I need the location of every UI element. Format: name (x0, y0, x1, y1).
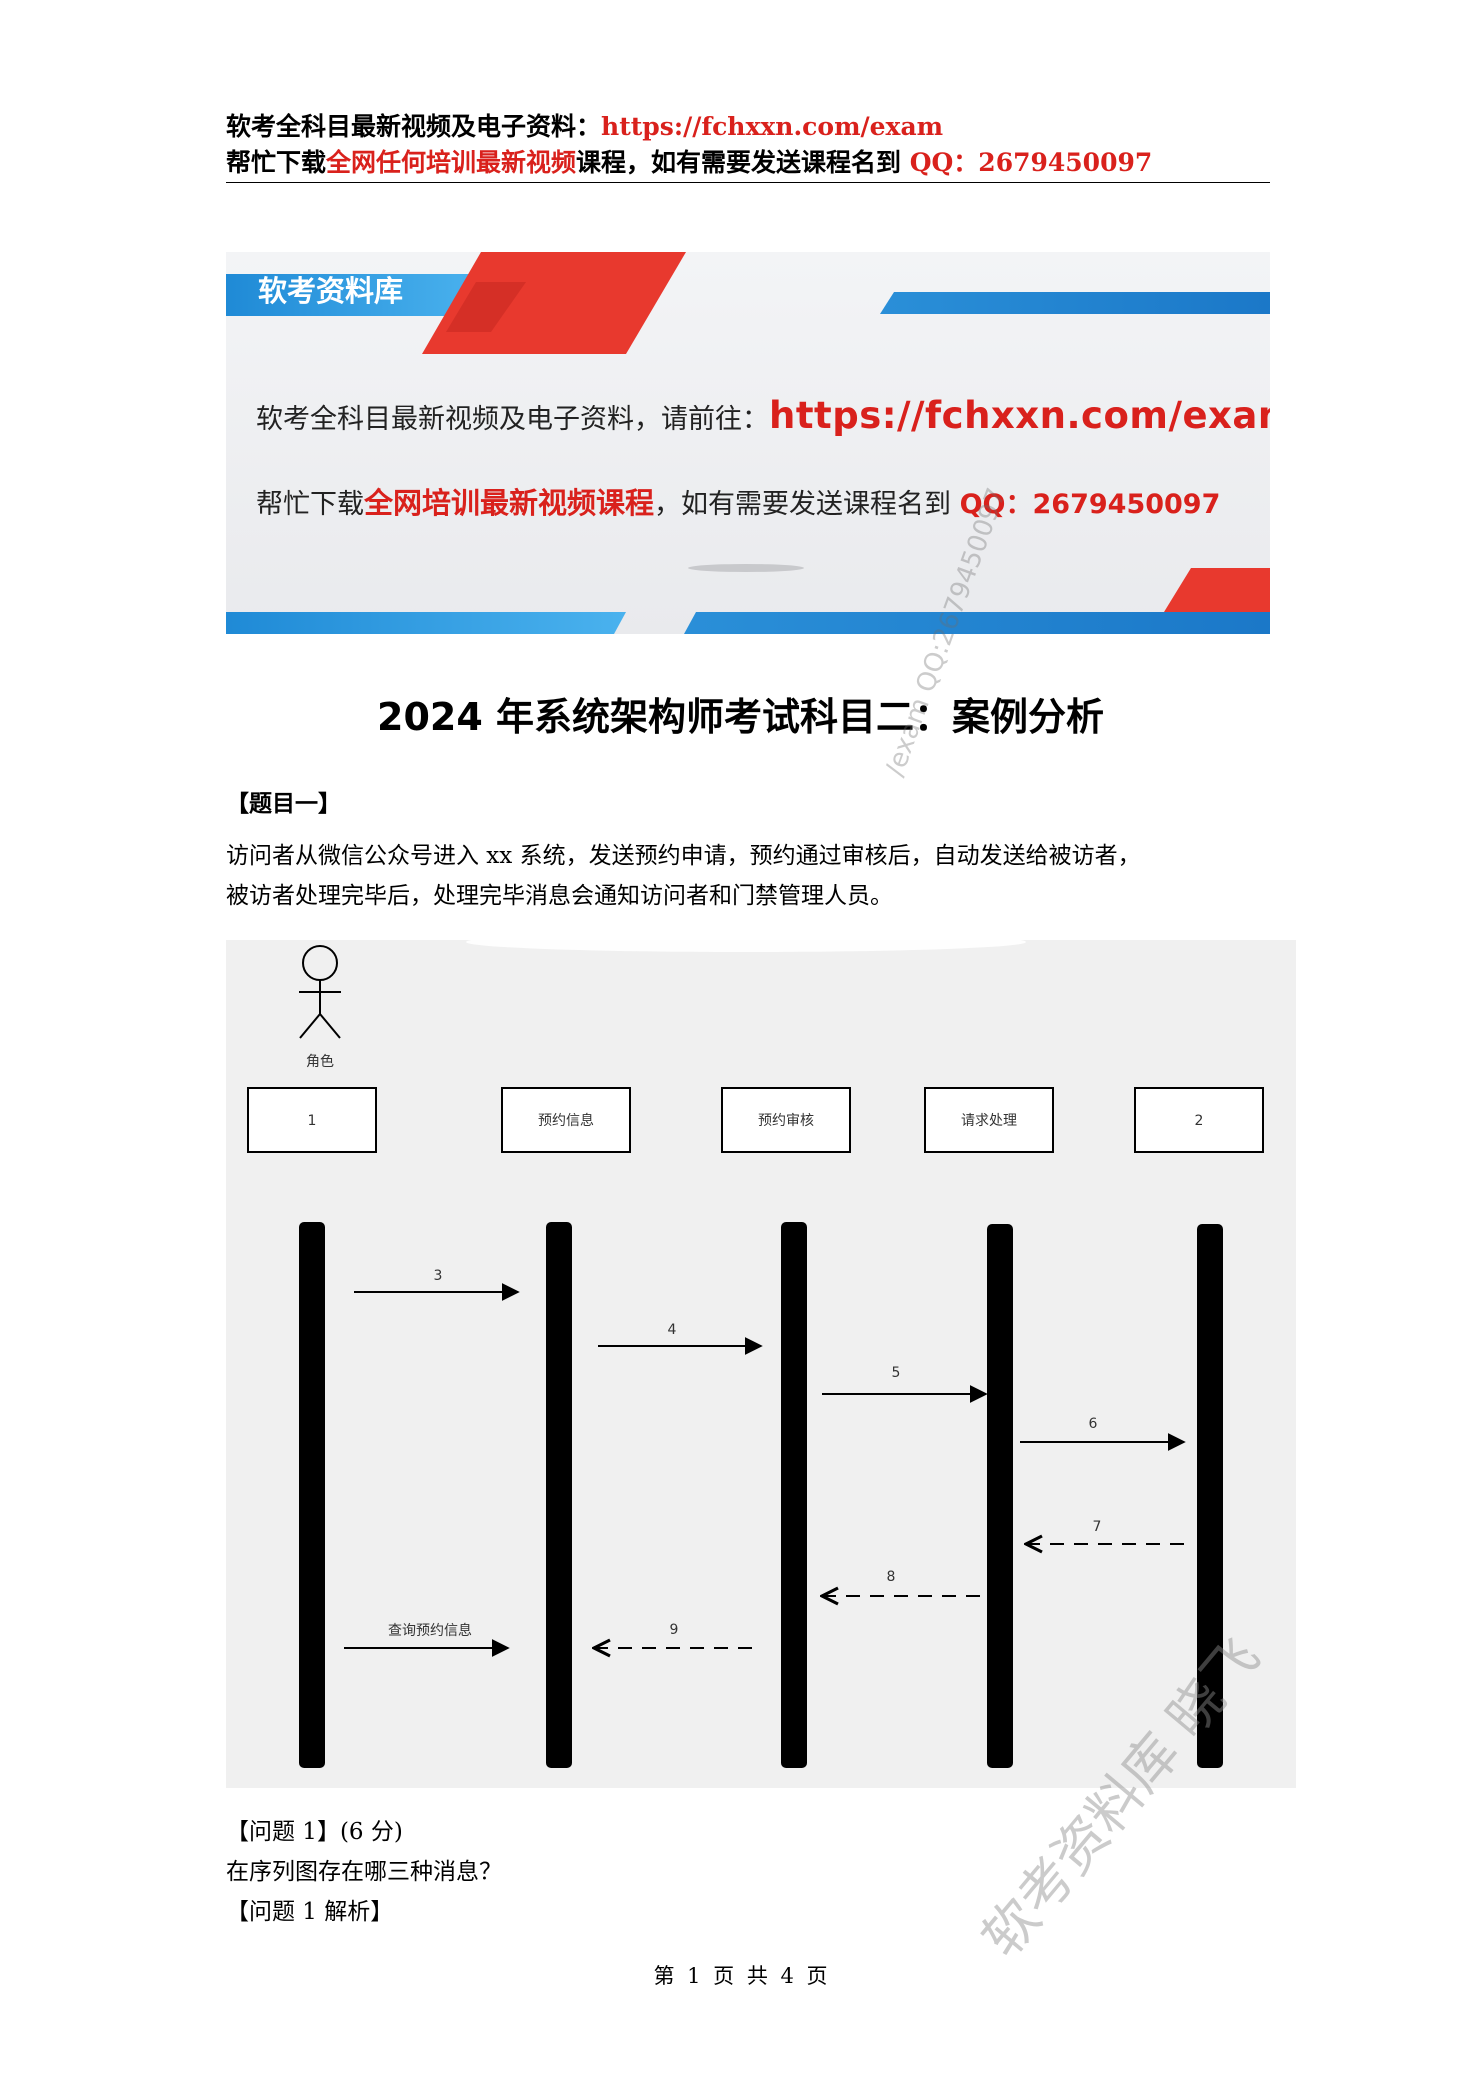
message-8: 8 (822, 1569, 982, 1596)
actor-icon (299, 945, 341, 1039)
banner-line-2: 帮忙下载全网培训最新视频课程，如有需要发送课程名到 QQ：2679450097 (256, 480, 1220, 522)
message-query-reservation-label: 查询预约信息 (388, 1622, 472, 1639)
message-9: 9 (594, 1622, 756, 1648)
message-6: 6 (1020, 1416, 1186, 1451)
promo-banner: 软考资料库 软考全科目最新视频及电子资料，请前往：https://fchxxn.… (226, 252, 1270, 634)
header-line1-text: 软考全科目最新视频及电子资料： (226, 112, 602, 141)
participant-request-handling-label: 请求处理 (961, 1113, 1017, 1129)
participant-reservation-review-label: 预约审核 (758, 1113, 814, 1129)
question-description-line-1: 访问者从微信公众号进入 xx 系统，发送预约申请，预约通过审核后，自动发送给被访… (226, 843, 1141, 869)
lifeline-bar-1 (299, 1222, 325, 1768)
problem-1-text: 在序列图存在哪三种消息？ (226, 1859, 502, 1885)
header-line-1: 软考全科目最新视频及电子资料：https://fchxxn.com/exam (226, 110, 943, 144)
banner-line1-text: 软考全科目最新视频及电子资料，请前往： (256, 404, 769, 435)
question-heading: 【题目一】 (226, 790, 341, 817)
message-4: 4 (598, 1322, 763, 1355)
message-4-label: 4 (668, 1322, 677, 1338)
message-7: 7 (1026, 1519, 1188, 1544)
header-divider (226, 182, 1270, 183)
lifeline-bar-request-handling (987, 1224, 1013, 1768)
actor-label: 角色 (306, 1053, 334, 1070)
banner-red-corner (1164, 568, 1270, 612)
header-line2-middle: 课程，如有需要发送课程名到 (576, 148, 910, 177)
header-url-link[interactable]: https://fchxxn.com/exam (601, 112, 943, 141)
banner-blue-band-right (880, 292, 1270, 314)
participant-reservation-info: 预约信息 (501, 1087, 631, 1153)
problem-1-analysis-heading: 【问题 1 解析】 (226, 1899, 394, 1925)
header-line-2: 帮忙下载全网任何培训最新视频课程，如有需要发送课程名到 QQ：267945009… (226, 146, 1152, 180)
message-5-label: 5 (892, 1365, 901, 1381)
banner-line2-prefix: 帮忙下载 (256, 489, 364, 520)
header-line2-prefix: 帮忙下载 (226, 148, 327, 177)
message-3: 3 (354, 1268, 520, 1301)
problem-1-heading: 【问题 1】(6 分) (226, 1819, 403, 1845)
participant-1: 1 (247, 1087, 377, 1153)
banner-url-link[interactable]: https://fchxxn.com/exam (769, 394, 1270, 437)
message-5: 5 (822, 1365, 988, 1403)
banner-red-slash (422, 252, 686, 354)
page-footer: 第 1 页 共 4 页 (653, 1964, 828, 1988)
participant-2-label: 2 (1195, 1113, 1204, 1129)
message-7-label: 7 (1093, 1519, 1102, 1535)
participant-reservation-info-label: 预约信息 (538, 1112, 594, 1129)
participant-1-label: 1 (308, 1113, 317, 1129)
lifeline-bar-reservation-review (781, 1222, 807, 1768)
banner-line2-middle: ，如有需要发送课程名到 (654, 489, 960, 520)
lifeline-bar-reservation-info (546, 1222, 572, 1768)
question-description-line-2: 被访者处理完毕后，处理完毕消息会通知访问者和门禁管理人员。 (226, 883, 893, 909)
banner-line-1: 软考全科目最新视频及电子资料，请前往：https://fchxxn.com/ex… (256, 394, 1270, 437)
banner-line2-highlight: 全网培训最新视频课程 (364, 486, 655, 520)
banner-blue-band-bottom-left (226, 612, 626, 634)
header-qq: QQ：2679450097 (909, 148, 1153, 177)
message-6-label: 6 (1089, 1416, 1098, 1432)
participant-request-handling: 请求处理 (924, 1087, 1054, 1153)
message-query-reservation: 查询预约信息 (344, 1622, 510, 1657)
message-3-label: 3 (434, 1268, 443, 1284)
sequence-diagram-canvas: 角色 1 预约信息 预约审核 请求处理 2 3 4 5 6 7 8 查询预约信息… (247, 940, 1264, 1768)
header-line2-highlight: 全网任何培训最新视频 (326, 148, 577, 177)
banner-blue-band-bottom-right (684, 612, 1270, 634)
message-8-label: 8 (887, 1569, 896, 1585)
sequence-diagram: 角色 1 预约信息 预约审核 请求处理 2 3 4 5 6 7 8 查询预约信息… (226, 940, 1296, 1788)
document-title: 2024 年系统架构师考试科目二：案例分析 (377, 695, 1104, 739)
participant-reservation-review: 预约审核 (721, 1087, 851, 1153)
message-9-label: 9 (670, 1622, 679, 1638)
banner-title: 软考资料库 (258, 274, 404, 308)
participant-2: 2 (1134, 1087, 1264, 1153)
